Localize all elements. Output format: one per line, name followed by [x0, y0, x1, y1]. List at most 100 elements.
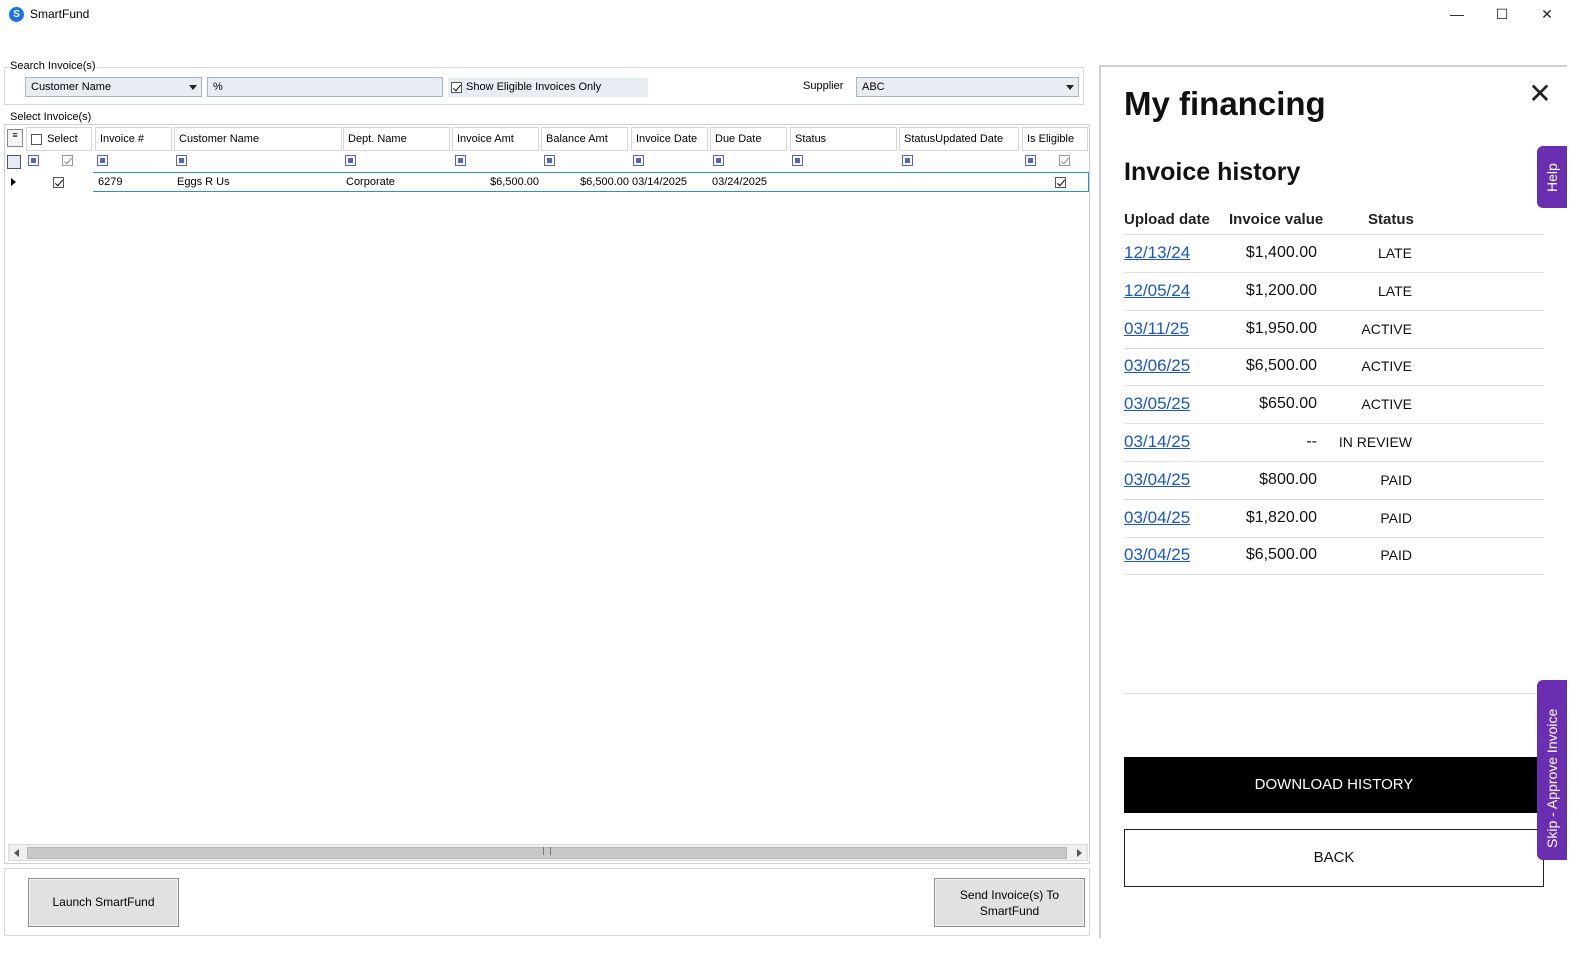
cell-invoice-number: 6279	[98, 176, 123, 188]
send-button-line2: SmartFund	[979, 904, 1040, 918]
current-row-indicator-icon	[11, 178, 16, 186]
search-group-label: Search Invoice(s)	[9, 60, 97, 72]
cell-dept-name: Corporate	[346, 176, 395, 188]
col-header-due-date[interactable]: Due Date	[710, 127, 787, 151]
filter-select-checkbox[interactable]	[62, 155, 73, 166]
history-date-link[interactable]: 03/04/25	[1124, 545, 1190, 565]
filter-icon[interactable]	[1025, 155, 1036, 166]
scroll-left-arrow-icon[interactable]	[9, 845, 25, 860]
filter-icon[interactable]	[713, 155, 724, 166]
filter-icon[interactable]	[902, 155, 913, 166]
checkbox-icon	[451, 81, 462, 93]
history-status: ACTIVE	[1361, 396, 1412, 412]
filter-icon[interactable]	[633, 155, 644, 166]
filter-eligible-checkbox[interactable]	[1059, 155, 1070, 166]
table-row[interactable]: 6279 Eggs R Us Corporate $6,500.00 $6,50…	[93, 172, 1089, 192]
scroll-right-arrow-icon[interactable]	[1071, 845, 1087, 860]
history-status: LATE	[1378, 283, 1412, 299]
close-panel-button[interactable]: ✕	[1526, 80, 1554, 108]
col-header-customer-name[interactable]: Customer Name	[174, 127, 342, 151]
window-title: SmartFund	[30, 7, 90, 21]
history-status: PAID	[1380, 472, 1412, 488]
supplier-value: ABC	[862, 81, 885, 93]
send-invoices-button[interactable]: Send Invoice(s) To SmartFund	[934, 878, 1085, 927]
search-input[interactable]: %	[207, 77, 443, 97]
divider	[1124, 693, 1544, 694]
maximize-button[interactable]: ☐	[1479, 0, 1525, 30]
history-date-link[interactable]: 03/14/25	[1124, 432, 1190, 452]
row-select-checkbox[interactable]	[53, 177, 64, 188]
divider	[1124, 423, 1544, 424]
history-date-link[interactable]: 12/13/24	[1124, 243, 1190, 263]
filter-icon[interactable]	[544, 155, 555, 166]
horizontal-scrollbar[interactable]	[8, 844, 1088, 861]
history-status: PAID	[1380, 510, 1412, 526]
header-status: Status	[1368, 211, 1414, 228]
back-button[interactable]: BACK	[1124, 829, 1544, 887]
col-header-label: Select	[47, 133, 78, 145]
minimize-button[interactable]: —	[1434, 0, 1480, 30]
history-invoice-value: $6,500.00	[1245, 546, 1317, 563]
history-date-link[interactable]: 12/05/24	[1124, 281, 1190, 301]
show-eligible-checkbox[interactable]: Show Eligible Invoices Only	[448, 78, 648, 97]
history-date-link[interactable]: 03/06/25	[1124, 356, 1190, 376]
select-group-label: Select Invoice(s)	[9, 111, 93, 123]
filter-icon[interactable]	[455, 155, 466, 166]
col-header-dept-name[interactable]: Dept. Name	[343, 127, 450, 151]
divider	[1124, 499, 1544, 500]
divider	[1124, 272, 1544, 273]
filter-icon[interactable]	[176, 155, 187, 166]
show-eligible-label: Show Eligible Invoices Only	[466, 81, 602, 93]
history-invoice-value: $6,500.00	[1245, 357, 1317, 374]
search-field-combo[interactable]: Customer Name	[25, 77, 202, 97]
smartfund-logo-icon: S	[9, 7, 24, 22]
skip-approve-invoice-tab[interactable]: Skip - Approve Invoice	[1537, 680, 1567, 860]
divider	[1124, 574, 1544, 575]
cell-customer-name: Eggs R Us	[177, 176, 230, 188]
search-field-value: Customer Name	[31, 81, 112, 93]
history-invoice-value: $1,400.00	[1245, 244, 1317, 261]
history-invoice-value: $1,820.00	[1245, 509, 1317, 526]
history-status: LATE	[1378, 245, 1412, 261]
col-header-select[interactable]: Select	[26, 127, 92, 151]
filter-icon[interactable]	[97, 155, 108, 166]
history-date-link[interactable]: 03/05/25	[1124, 394, 1190, 414]
cell-is-eligible-checkbox[interactable]	[1055, 177, 1066, 188]
col-header-invoice-number[interactable]: Invoice #	[95, 127, 172, 151]
col-header-status[interactable]: Status	[790, 127, 897, 151]
filter-icon[interactable]	[792, 155, 803, 166]
help-tab[interactable]: Help	[1537, 146, 1567, 208]
history-invoice-value: $1,950.00	[1245, 320, 1317, 337]
panel-title: My financing	[1124, 85, 1326, 122]
history-date-link[interactable]: 03/04/25	[1124, 508, 1190, 528]
column-chooser-icon[interactable]: ≡	[7, 129, 23, 147]
history-status: ACTIVE	[1361, 321, 1412, 337]
history-invoice-value: $1,200.00	[1245, 282, 1317, 299]
col-header-invoice-date[interactable]: Invoice Date	[631, 127, 708, 151]
download-history-button[interactable]: DOWNLOAD HISTORY	[1124, 757, 1544, 813]
col-header-is-eligible[interactable]: Is Eligible	[1022, 127, 1088, 151]
skip-tab-label: Skip - Approve Invoice	[1544, 708, 1560, 848]
filter-icon[interactable]	[345, 155, 356, 166]
clear-filter-icon[interactable]	[7, 155, 21, 169]
close-window-button[interactable]: ✕	[1524, 0, 1570, 30]
divider	[1124, 234, 1544, 235]
invoice-history-heading: Invoice history	[1124, 158, 1301, 186]
col-header-balance-amt[interactable]: Balance Amt	[541, 127, 628, 151]
launch-smartfund-button[interactable]: Launch SmartFund	[28, 878, 179, 927]
send-button-line1: Send Invoice(s) To	[959, 888, 1060, 902]
history-invoice-value: --	[1306, 433, 1317, 450]
cell-invoice-amt: $6,500.00	[490, 176, 539, 188]
history-status: ACTIVE	[1361, 358, 1412, 374]
history-date-link[interactable]: 03/11/25	[1124, 319, 1189, 339]
header-upload-date: Upload date	[1124, 211, 1210, 228]
history-date-link[interactable]: 03/04/25	[1124, 470, 1190, 490]
supplier-combo[interactable]: ABC	[856, 77, 1079, 97]
help-tab-label: Help	[1544, 163, 1560, 192]
filter-icon[interactable]	[28, 155, 39, 166]
col-header-status-updated-date[interactable]: StatusUpdated Date	[899, 127, 1019, 151]
select-all-checkbox[interactable]	[31, 133, 42, 145]
supplier-label: Supplier	[803, 80, 844, 92]
col-header-invoice-amt[interactable]: Invoice Amt	[452, 127, 539, 151]
history-invoice-value: $650.00	[1259, 395, 1317, 412]
